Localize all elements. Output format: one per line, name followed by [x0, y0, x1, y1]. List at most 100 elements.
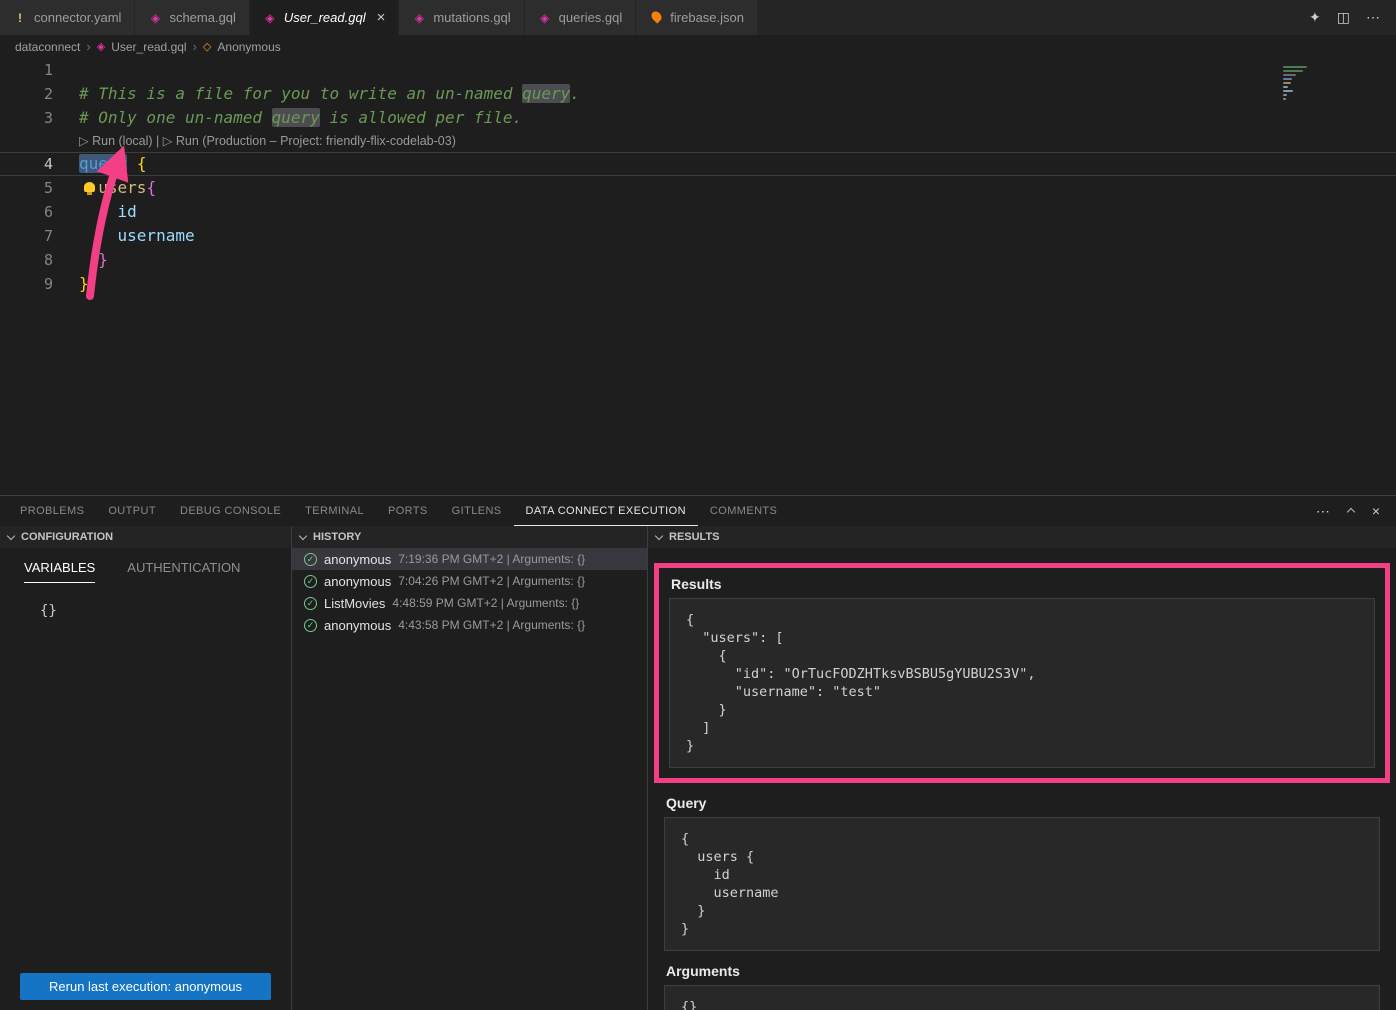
- line-number: 5: [0, 176, 58, 200]
- panel-tab-output[interactable]: OUTPUT: [96, 496, 168, 526]
- breadcrumb: dataconnect › ◈ User_read.gql › ◇ Anonym…: [0, 35, 1396, 58]
- panel-tab-bar: PROBLEMS OUTPUT DEBUG CONSOLE TERMINAL P…: [0, 496, 1396, 526]
- graphql-icon: ◈: [412, 11, 426, 25]
- graphql-file-icon: ◈: [97, 40, 105, 53]
- breadcrumb-file[interactable]: User_read.gql: [111, 40, 186, 54]
- tab-label: firebase.json: [670, 10, 744, 25]
- close-icon[interactable]: ×: [377, 10, 386, 25]
- success-check-icon: ✓: [304, 597, 317, 610]
- close-panel-icon[interactable]: ×: [1372, 503, 1380, 519]
- more-actions-icon[interactable]: ⋯: [1316, 503, 1330, 520]
- panel-tab-debug-console[interactable]: DEBUG CONSOLE: [168, 496, 293, 526]
- data-connect-execution-view: CONFIGURATION VARIABLES AUTHENTICATION {…: [0, 526, 1396, 1010]
- tab-connector-yaml[interactable]: !connector.yaml: [0, 0, 135, 35]
- code-line-8[interactable]: 8 }: [0, 248, 1396, 272]
- codelens-row: ▷ Run (local) | ▷ Run (Production – Proj…: [0, 130, 1396, 152]
- tab-label: mutations.gql: [433, 10, 510, 25]
- symbol-icon: ◇: [203, 40, 211, 53]
- panel-tab-comments[interactable]: COMMENTS: [698, 496, 789, 526]
- rerun-last-execution-button[interactable]: Rerun last execution: anonymous: [20, 973, 271, 1000]
- success-check-icon: ✓: [304, 575, 317, 588]
- variables-editor[interactable]: {}: [40, 603, 291, 619]
- history-item-detail: 4:48:59 PM GMT+2 | Arguments: {}: [392, 596, 579, 610]
- history-item-detail: 4:43:58 PM GMT+2 | Arguments: {}: [398, 618, 585, 632]
- results-json: { "users": [ { "id": "OrTucFODZHTksvBSBU…: [669, 598, 1375, 768]
- chevron-down-icon: [7, 531, 15, 539]
- code-line-5[interactable]: 5 users{: [0, 176, 1396, 200]
- more-actions-icon[interactable]: ⋯: [1366, 9, 1380, 26]
- history-item[interactable]: ✓ListMovies4:48:59 PM GMT+2 | Arguments:…: [292, 592, 647, 614]
- minimap[interactable]: [1283, 62, 1327, 102]
- tab-bar-spacer: [758, 0, 1293, 35]
- code-text: # Only one un-named query is allowed per…: [79, 106, 522, 130]
- results-section: RESULTS Results { "users": [ { "id": "Or…: [648, 526, 1396, 1010]
- configuration-section: CONFIGURATION VARIABLES AUTHENTICATION {…: [0, 526, 292, 1010]
- graphql-icon: ◈: [148, 11, 162, 25]
- code-text: id: [79, 200, 137, 224]
- history-item[interactable]: ✓anonymous4:43:58 PM GMT+2 | Arguments: …: [292, 614, 647, 636]
- split-editor-icon[interactable]: ◫: [1337, 9, 1350, 26]
- code-line-2[interactable]: 2 # This is a file for you to write an un…: [0, 82, 1396, 106]
- history-item[interactable]: ✓anonymous7:04:26 PM GMT+2 | Arguments: …: [292, 570, 647, 592]
- history-section-header[interactable]: HISTORY: [292, 526, 647, 548]
- tab-user-read-gql[interactable]: ◈ User_read.gql ×: [250, 0, 399, 35]
- tab-authentication[interactable]: AUTHENTICATION: [127, 560, 240, 583]
- code-text: query {: [79, 153, 146, 175]
- graphql-icon: ◈: [263, 11, 277, 25]
- code-line-7[interactable]: 7 username: [0, 224, 1396, 248]
- results-section-header[interactable]: RESULTS: [648, 526, 1396, 548]
- history-section: HISTORY ✓anonymous7:19:36 PM GMT+2 | Arg…: [292, 526, 648, 1010]
- play-icon: ▷: [163, 134, 173, 148]
- configuration-section-header[interactable]: CONFIGURATION: [0, 526, 291, 548]
- code-text: username: [79, 224, 195, 248]
- code-text: # This is a file for you to write an un-…: [79, 82, 580, 106]
- tab-mutations-gql[interactable]: ◈ mutations.gql: [399, 0, 524, 35]
- success-check-icon: ✓: [304, 553, 317, 566]
- chevron-down-icon: [299, 531, 307, 539]
- tab-label: User_read.gql: [284, 10, 366, 25]
- graphql-icon: ◈: [538, 11, 552, 25]
- panel-tab-gitlens[interactable]: GITLENS: [440, 496, 514, 526]
- editor-actions: ✦ ◫ ⋯: [1293, 0, 1396, 35]
- breadcrumb-symbol[interactable]: Anonymous: [217, 40, 280, 54]
- breadcrumb-dataconnect[interactable]: dataconnect: [15, 40, 80, 54]
- code-editor[interactable]: 1 2 # This is a file for you to write an …: [0, 58, 1396, 495]
- editor-tab-bar: !connector.yaml ◈schema.gql ◈ User_read.g…: [0, 0, 1396, 35]
- run-production-link[interactable]: ▷ Run (Production – Project: friendly-fl…: [163, 134, 456, 148]
- line-number: 1: [0, 58, 58, 82]
- success-check-icon: ✓: [304, 619, 317, 632]
- code-line-6[interactable]: 6 id: [0, 200, 1396, 224]
- history-item-detail: 7:19:36 PM GMT+2 | Arguments: {}: [398, 552, 585, 566]
- arguments-title: Arguments: [666, 963, 1380, 979]
- code-line-4[interactable]: 4 query {: [0, 152, 1396, 176]
- chevron-right-icon: ›: [193, 39, 197, 54]
- line-number: 3: [0, 106, 58, 130]
- panel-tab-ports[interactable]: PORTS: [376, 496, 440, 526]
- code-line-1[interactable]: 1: [0, 58, 1396, 82]
- chevron-down-icon: [655, 531, 663, 539]
- run-local-link[interactable]: ▷ Run (local): [79, 134, 153, 148]
- line-number: 2: [0, 82, 58, 106]
- bottom-panel: PROBLEMS OUTPUT DEBUG CONSOLE TERMINAL P…: [0, 495, 1396, 1010]
- panel-actions: ⋯ ×: [1316, 496, 1396, 526]
- tab-schema-gql[interactable]: ◈schema.gql: [135, 0, 249, 35]
- panel-tab-terminal[interactable]: TERMINAL: [293, 496, 376, 526]
- line-number: 6: [0, 200, 58, 224]
- annotation-highlight-box: Results { "users": [ { "id": "OrTucFODZH…: [654, 563, 1390, 783]
- code-line-3[interactable]: 3 # Only one un-named query is allowed pe…: [0, 106, 1396, 130]
- maximize-panel-icon[interactable]: [1347, 508, 1355, 516]
- lightbulb-icon[interactable]: [84, 182, 95, 192]
- panel-tab-problems[interactable]: PROBLEMS: [8, 496, 96, 526]
- tab-variables[interactable]: VARIABLES: [24, 560, 95, 583]
- history-item-name: anonymous: [324, 574, 391, 589]
- code-text: }: [79, 248, 108, 272]
- panel-tab-data-connect-execution[interactable]: DATA CONNECT EXECUTION: [514, 496, 698, 526]
- line-number: 4: [0, 153, 58, 175]
- tab-queries-gql[interactable]: ◈queries.gql: [525, 0, 637, 35]
- code-line-9[interactable]: 9}: [0, 272, 1396, 296]
- results-content: Results { "users": [ { "id": "OrTucFODZH…: [648, 548, 1396, 1010]
- tab-firebase-json[interactable]: firebase.json: [636, 0, 758, 35]
- copilot-sparkle-icon[interactable]: ✦: [1309, 9, 1321, 26]
- history-item[interactable]: ✓anonymous7:19:36 PM GMT+2 | Arguments: …: [292, 548, 647, 570]
- warning-icon: !: [13, 11, 27, 25]
